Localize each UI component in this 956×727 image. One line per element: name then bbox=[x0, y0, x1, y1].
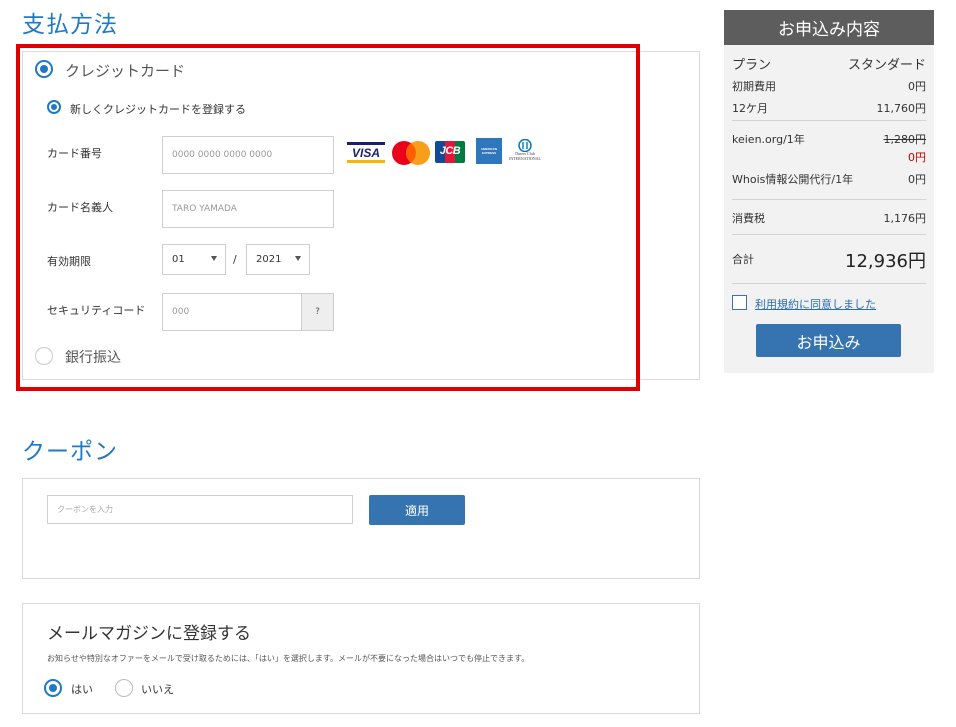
order-summary-title: お申込み内容 bbox=[724, 10, 934, 45]
summary-tax-row: 消費税 1,176円 bbox=[732, 210, 926, 226]
summary-total-row: 合計 12,936円 bbox=[732, 247, 926, 272]
initial-fee-value: 0円 bbox=[908, 80, 926, 93]
term-value: 11,760円 bbox=[876, 102, 927, 115]
tax-label: 消費税 bbox=[732, 212, 765, 225]
newsletter-description: お知らせや特別なオファーをメールで受け取るためには、「はい」を選択します。メール… bbox=[47, 654, 530, 663]
newsletter-no-label[interactable]: いいえ bbox=[141, 681, 174, 697]
summary-plan-row: プラン スタンダード bbox=[732, 54, 926, 73]
domain-old-price: 1,280円 bbox=[883, 133, 927, 146]
submit-order-label: お申込み bbox=[796, 332, 861, 352]
payment-title: 支払方法 bbox=[22, 12, 118, 38]
summary-divider bbox=[732, 199, 926, 200]
coupon-apply-label: 適用 bbox=[404, 503, 429, 518]
whois-label: Whois情報公開代行/1年 bbox=[732, 173, 854, 186]
newsletter-title: メールマガジンに登録する bbox=[47, 624, 251, 644]
summary-divider bbox=[732, 283, 926, 284]
coupon-input[interactable]: クーポンを入力 bbox=[47, 495, 353, 524]
highlight-frame bbox=[16, 44, 640, 391]
coupon-box bbox=[22, 478, 700, 579]
summary-initial-row: 初期費用 0円 bbox=[732, 78, 926, 94]
order-summary: お申込み内容 プラン スタンダード 初期費用 0円 12ケ月 11,760円 k… bbox=[724, 10, 934, 373]
summary-domain-row: keien.org/1年 1,280円 bbox=[732, 131, 926, 147]
domain-label: keien.org/1年 bbox=[732, 133, 805, 146]
submit-order-button[interactable]: お申込み bbox=[756, 324, 901, 357]
summary-whois-row: Whois情報公開代行/1年 0円 bbox=[732, 171, 926, 187]
terms-checkbox[interactable] bbox=[732, 295, 747, 310]
newsletter-no-radio[interactable] bbox=[115, 679, 133, 697]
total-value: 12,936円 bbox=[845, 251, 926, 272]
plan-value: スタンダード bbox=[847, 58, 926, 73]
term-label: 12ケ月 bbox=[732, 102, 768, 115]
total-label: 合計 bbox=[732, 253, 754, 266]
tax-value: 1,176円 bbox=[883, 212, 927, 225]
coupon-apply-button[interactable]: 適用 bbox=[369, 495, 465, 525]
summary-divider bbox=[732, 120, 926, 121]
plan-label: プラン bbox=[732, 58, 772, 73]
summary-divider bbox=[732, 234, 926, 235]
initial-fee-label: 初期費用 bbox=[732, 80, 776, 93]
newsletter-yes-radio[interactable] bbox=[44, 679, 62, 697]
domain-price: 0円 bbox=[908, 151, 926, 164]
newsletter-yes-label[interactable]: はい bbox=[71, 681, 93, 697]
summary-term-row: 12ケ月 11,760円 bbox=[732, 100, 926, 116]
whois-value: 0円 bbox=[908, 173, 926, 186]
terms-link[interactable]: 利用規約に同意しました bbox=[755, 296, 876, 312]
coupon-title: クーポン bbox=[22, 439, 118, 465]
